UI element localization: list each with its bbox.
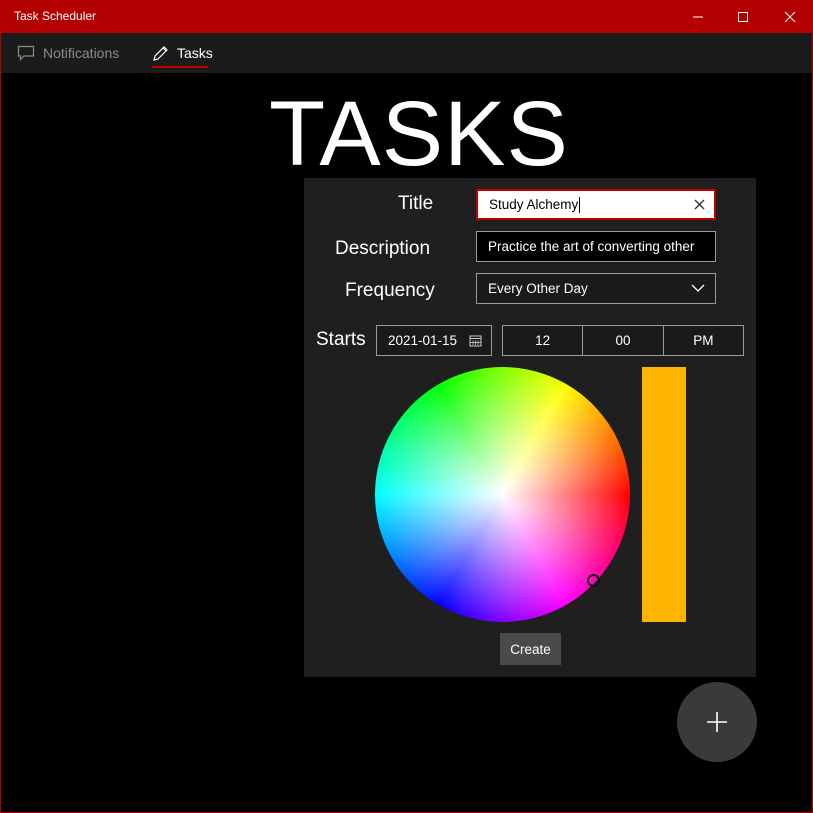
pencil-icon: [153, 45, 168, 61]
minute-segment[interactable]: 00: [582, 326, 662, 355]
add-task-button[interactable]: [677, 682, 757, 762]
nav-bar: Notifications Tasks: [1, 33, 812, 73]
tab-notifications[interactable]: Notifications: [17, 33, 119, 73]
maximize-icon: [738, 11, 748, 22]
selected-color-preview: [642, 367, 686, 622]
close-icon: [784, 11, 796, 22]
create-button[interactable]: Create: [500, 633, 561, 665]
color-wheel-selector[interactable]: [587, 574, 600, 587]
start-date-value: 2021-01-15: [388, 333, 458, 348]
plus-icon: [707, 712, 727, 732]
page-title: TASKS: [269, 83, 569, 185]
start-date-picker[interactable]: 2021-01-15: [376, 325, 492, 356]
chat-bubble-icon: [17, 45, 35, 61]
clear-icon[interactable]: [693, 198, 706, 211]
description-input[interactable]: Practice the art of converting other: [476, 231, 716, 262]
description-input-value: Practice the art of converting other: [488, 239, 695, 254]
period-segment[interactable]: PM: [662, 326, 743, 355]
close-button[interactable]: [767, 0, 813, 33]
calendar-icon: [469, 335, 482, 347]
description-label: Description: [335, 238, 431, 259]
frequency-dropdown[interactable]: Every Other Day: [476, 273, 716, 304]
frequency-selected-value: Every Other Day: [488, 281, 588, 296]
minimize-icon: [693, 16, 703, 17]
tab-notifications-label: Notifications: [43, 45, 120, 61]
title-input-value: Study Alchemy: [489, 197, 579, 212]
start-time-picker[interactable]: 12 00 PM: [502, 325, 744, 356]
tab-tasks-label: Tasks: [177, 45, 213, 61]
starts-label: Starts: [316, 329, 366, 350]
title-label: Title: [398, 193, 434, 214]
hour-segment[interactable]: 12: [503, 326, 582, 355]
maximize-button[interactable]: [720, 0, 766, 33]
title-input[interactable]: Study Alchemy: [476, 189, 716, 220]
title-bar: Task Scheduler: [0, 0, 813, 33]
text-caret: [579, 196, 581, 213]
chevron-down-icon: [691, 284, 705, 292]
app-title: Task Scheduler: [14, 9, 97, 23]
selected-tab-indicator: [152, 66, 208, 68]
frequency-label: Frequency: [345, 280, 435, 301]
minimize-button[interactable]: [675, 0, 721, 33]
